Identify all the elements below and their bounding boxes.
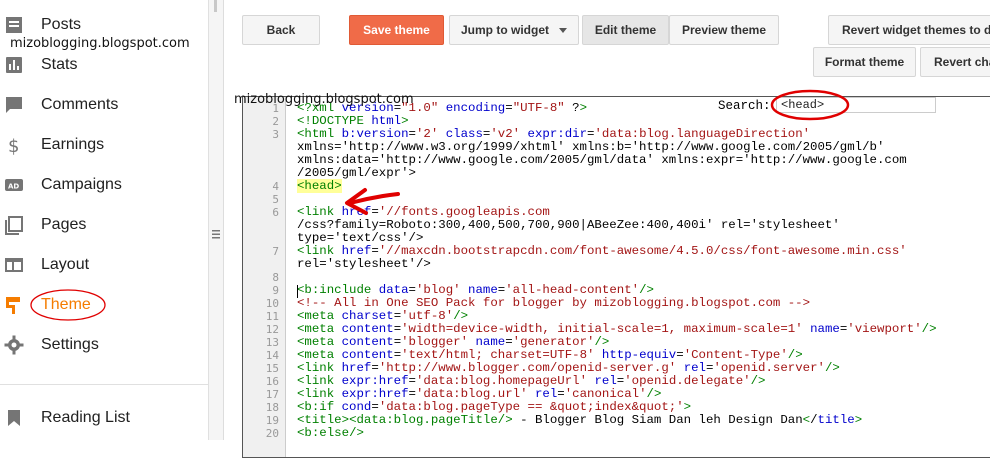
theme-highlight-ellipse [30, 289, 106, 321]
annotation-layer [30, 89, 850, 321]
red-arrow-icon [345, 188, 400, 215]
search-highlight-ellipse [770, 89, 850, 121]
